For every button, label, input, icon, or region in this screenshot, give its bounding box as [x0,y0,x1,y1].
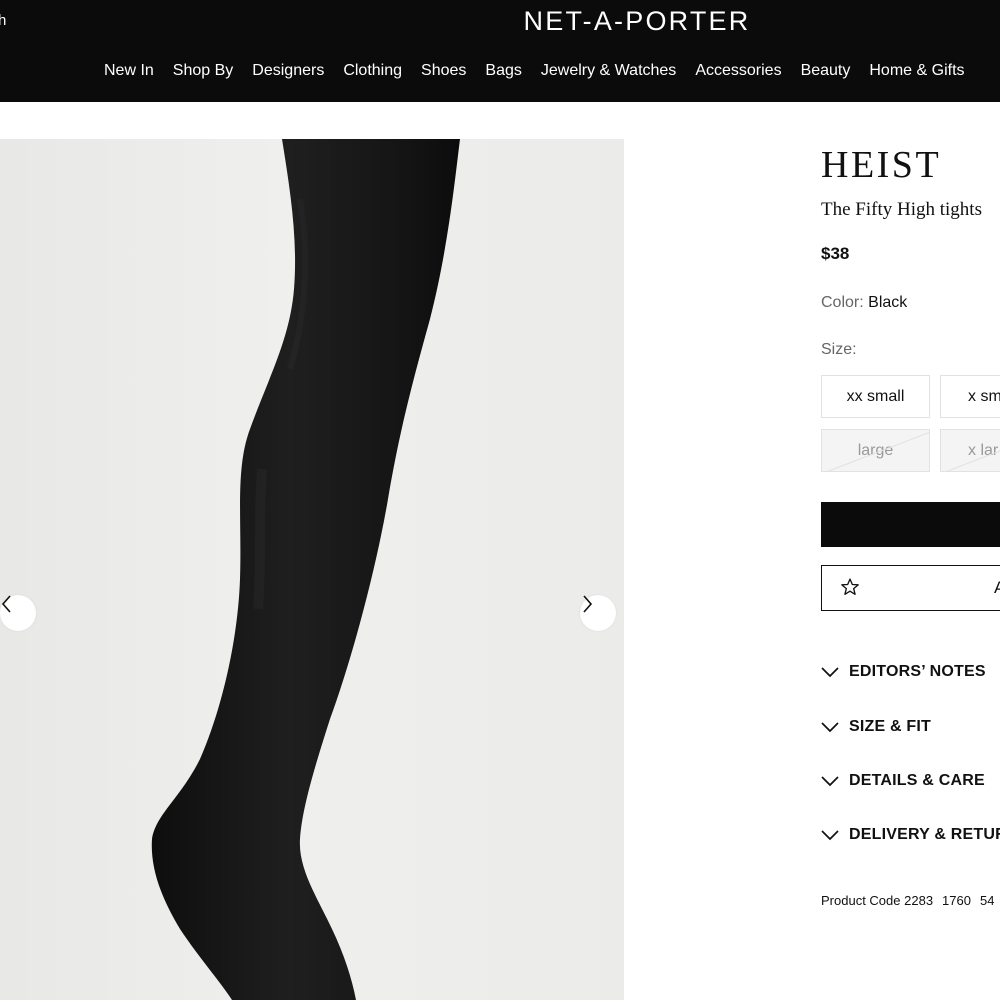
nav-item-clothing[interactable]: Clothing [343,62,402,80]
accordion-details-care[interactable]: DETAILS & CARE [821,770,985,792]
add-to-wishlist-button[interactable]: A [821,565,1000,611]
product-image-gallery[interactable] [0,139,624,1000]
nav-item-new-in[interactable]: New In [104,62,154,80]
site-header: h NET-A-PORTER New In Shop By Designers … [0,0,1000,102]
site-logo[interactable]: NET-A-PORTER [0,6,1000,37]
add-to-bag-button[interactable] [821,502,1000,547]
nav-item-shoes[interactable]: Shoes [421,62,466,80]
chevron-down-icon [821,829,839,840]
color-value: Black [868,294,908,311]
product-brand[interactable]: HEIST [821,143,941,187]
nav-item-accessories[interactable]: Accessories [695,62,781,80]
accordion-size-fit[interactable]: SIZE & FIT [821,716,931,738]
nav-item-home-gifts[interactable]: Home & Gifts [869,62,964,80]
accordion-delivery-returns[interactable]: DELIVERY & RETURN [821,824,1000,846]
nav-item-jewelry-watches[interactable]: Jewelry & Watches [541,62,676,80]
product-image [151,139,460,1000]
product-code-part: 54 [979,893,995,908]
size-option-xx-small[interactable]: xx small [821,375,930,418]
nav-item-beauty[interactable]: Beauty [801,62,851,80]
chevron-down-icon [821,666,839,677]
accordion-label: DELIVERY & RETURN [849,826,1000,843]
nav-item-designers[interactable]: Designers [252,62,324,80]
wishlist-label: A [994,578,1000,598]
product-code-label: Product Code [821,893,901,908]
accordion-label: DETAILS & CARE [849,772,985,789]
nav-item-bags[interactable]: Bags [485,62,521,80]
size-option-x-large[interactable]: x lar [940,429,1000,472]
product-code: Product Code 2283 1760 54 [821,893,994,908]
next-image-button[interactable] [580,595,616,631]
product-code-part: 1760 [942,893,971,908]
color-label: Color: [821,294,864,311]
chevron-down-icon [821,775,839,786]
product-price: $38 [821,244,850,263]
accordion-label: EDITORS’ NOTES [849,663,986,680]
accordion-label: SIZE & FIT [849,718,931,735]
accordion-editors-notes[interactable]: EDITORS’ NOTES [821,661,986,683]
product-code-part: 2283 [904,893,934,908]
nav-item-shop-by[interactable]: Shop By [173,62,233,80]
product-name: The Fifty High tights [821,199,982,220]
size-option-large[interactable]: large [821,429,930,472]
product-color: Color: Black [821,294,907,312]
chevron-left-icon [1,595,11,613]
chevron-right-icon [583,595,593,613]
previous-image-button[interactable] [0,595,36,631]
main-nav: New In Shop By Designers Clothing Shoes … [104,62,965,80]
size-label: Size: [821,341,857,358]
star-icon [841,578,859,595]
chevron-down-icon [821,721,839,732]
size-option-x-small[interactable]: x sm [940,375,1000,418]
